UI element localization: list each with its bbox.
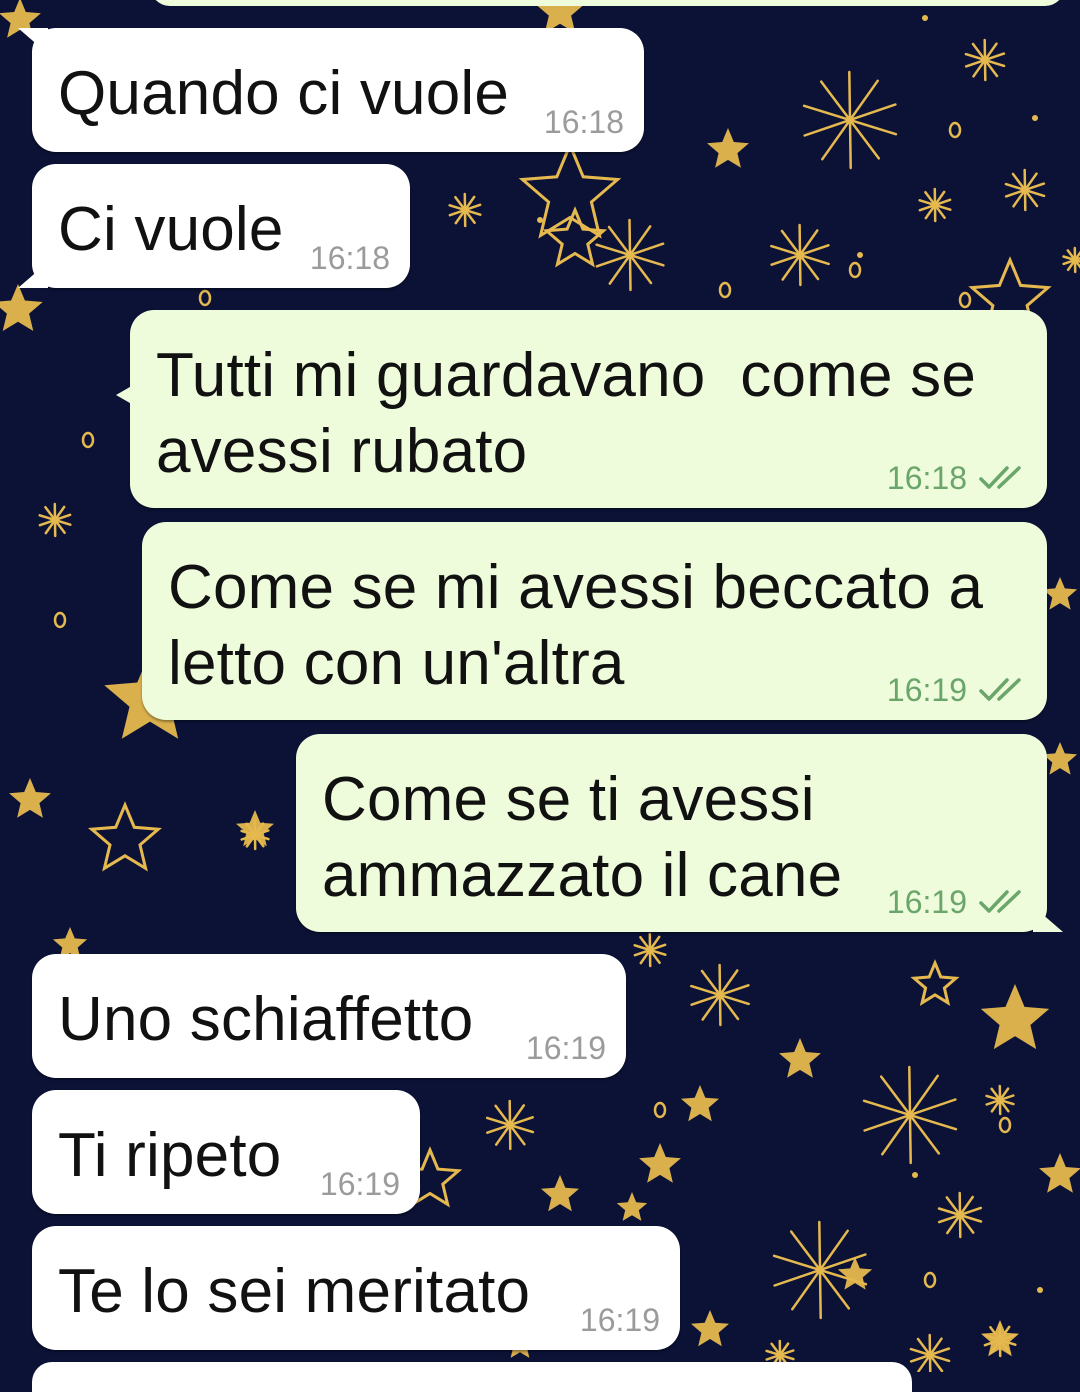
bubble-tail bbox=[116, 380, 142, 410]
message-timestamp: 16:18 bbox=[310, 242, 390, 274]
message-meta: 16:19 bbox=[887, 674, 1027, 706]
message-text: Uno schiaffetto bbox=[58, 982, 473, 1058]
message-text: Ti ripeto bbox=[58, 1118, 281, 1194]
message-text: Come se mi avessi beccato a letto con un… bbox=[168, 550, 983, 702]
double-check-icon bbox=[979, 889, 1027, 915]
message-timestamp: 16:19 bbox=[887, 674, 967, 706]
message-text: Quando ci vuole bbox=[58, 56, 509, 132]
message-text: Te lo sei meritato bbox=[58, 1254, 530, 1330]
bubble-tail bbox=[18, 262, 48, 288]
message-meta: 16:19 bbox=[887, 886, 1027, 918]
message-bubble-incoming[interactable]: Ci vuole 16:18 bbox=[32, 164, 410, 288]
message-meta: 16:18 bbox=[887, 462, 1027, 494]
partial-message-bubble-top[interactable] bbox=[150, 0, 1065, 6]
double-check-icon bbox=[979, 465, 1027, 491]
message-timestamp: 16:19 bbox=[320, 1168, 400, 1200]
message-bubble-outgoing[interactable]: Tutti mi guardavano come se avessi rubat… bbox=[130, 310, 1047, 508]
message-timestamp: 16:19 bbox=[887, 886, 967, 918]
bubble-tail bbox=[1033, 906, 1063, 932]
message-text: Come se ti avessi ammazzato il cane bbox=[322, 762, 842, 914]
message-timestamp: 16:18 bbox=[544, 106, 624, 138]
message-text: Tutti mi guardavano come se avessi rubat… bbox=[156, 338, 976, 490]
message-timestamp: 16:19 bbox=[526, 1032, 606, 1064]
bubble-tail bbox=[18, 28, 48, 54]
message-bubble-outgoing[interactable]: Come se mi avessi beccato a letto con un… bbox=[142, 522, 1047, 720]
partial-message-bubble-bottom[interactable] bbox=[32, 1362, 912, 1392]
double-check-icon bbox=[979, 677, 1027, 703]
message-text: Ci vuole bbox=[58, 192, 284, 268]
message-bubble-incoming[interactable]: Quando ci vuole 16:18 bbox=[32, 28, 644, 152]
message-timestamp: 16:19 bbox=[580, 1304, 660, 1336]
message-bubble-incoming[interactable]: Te lo sei meritato 16:19 bbox=[32, 1226, 680, 1350]
message-bubble-outgoing[interactable]: Come se ti avessi ammazzato il cane 16:1… bbox=[296, 734, 1047, 932]
message-bubble-incoming[interactable]: Uno schiaffetto 16:19 bbox=[32, 954, 626, 1078]
message-timestamp: 16:18 bbox=[887, 462, 967, 494]
message-bubble-incoming[interactable]: Ti ripeto 16:19 bbox=[32, 1090, 420, 1214]
